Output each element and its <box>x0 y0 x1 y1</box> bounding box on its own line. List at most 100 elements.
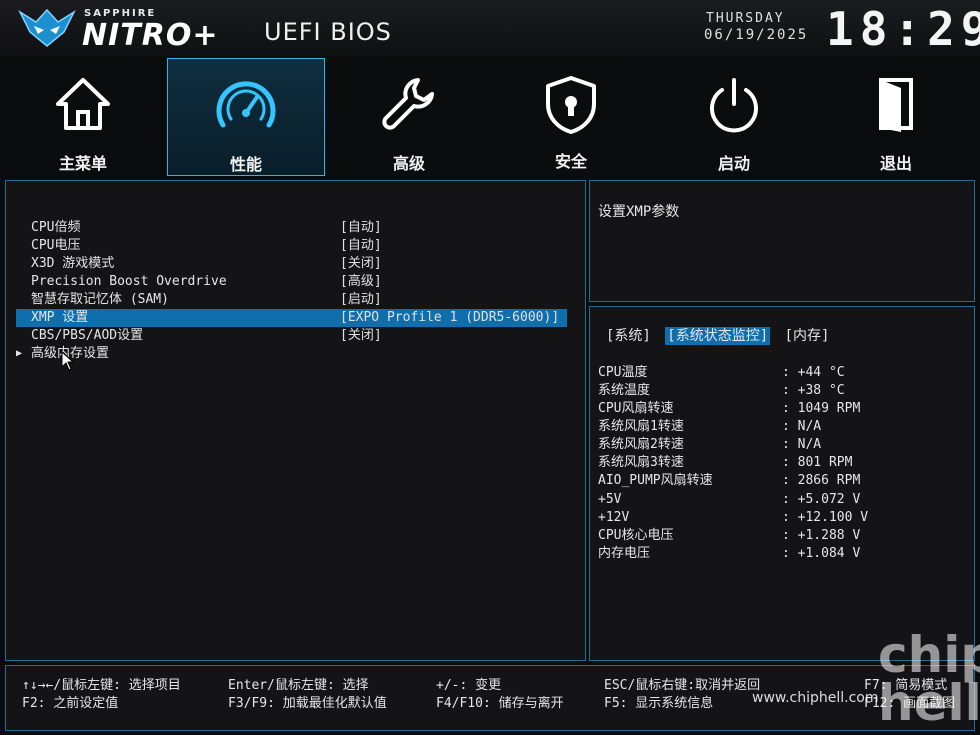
nav-tab-label: 启动 <box>717 154 750 173</box>
submenu-arrow-icon: ▶ <box>16 348 23 359</box>
wrench-icon <box>382 78 434 130</box>
menu-item-pbo[interactable]: Precision Boost Overdrive [高级] <box>16 273 567 291</box>
monitor-value: : N/A <box>782 437 822 452</box>
home-icon <box>56 78 110 130</box>
nav-tab-main[interactable]: 主菜单 <box>4 58 162 176</box>
menu-item-advanced-memory[interactable]: ▶ 高级内存设置 <box>16 345 567 363</box>
menu-item-label: XMP 设置 <box>31 310 89 325</box>
shield-lock-icon <box>546 76 596 134</box>
monitor-row: 系统风扇3转速 : 801 RPM <box>598 454 958 472</box>
monitor-row: CPU风扇转速 : 1049 RPM <box>598 400 958 418</box>
monitor-panel: [系统] [系统状态监控] [内存] CPU温度: +44 °C 系统温度: +… <box>589 306 975 661</box>
menu-item-xmp[interactable]: XMP 设置 [EXPO Profile 1 (DDR5-6000)] <box>16 309 567 327</box>
monitor-value: : +5.072 V <box>782 492 861 507</box>
monitor-key: 系统风扇1转速 <box>598 419 684 434</box>
menu-item-label: X3D 游戏模式 <box>31 256 115 271</box>
header-bar: SAPPHIRE NITRO+ UEFI BIOS THURSDAY 06/19… <box>0 0 980 56</box>
hint-enter: Enter/鼠标左键: 选择 <box>228 678 369 693</box>
monitor-value: : 801 RPM <box>782 455 853 470</box>
nav-tab-advanced[interactable]: 高级 <box>330 58 488 176</box>
monitor-row: 系统风扇1转速 : N/A <box>598 418 958 436</box>
menu-item-value: [EXPO Profile 1 (DDR5-6000)] <box>340 310 560 325</box>
monitor-key: CPU风扇转速 <box>598 401 674 416</box>
nav-tab-performance[interactable]: 性能 <box>167 58 325 176</box>
bios-title: UEFI BIOS <box>264 18 392 46</box>
monitor-row: AIO_PUMP风扇转速 : 2866 RPM <box>598 472 958 490</box>
power-icon <box>710 78 758 133</box>
svg-text:hell: hell <box>878 674 980 732</box>
exit-door-icon <box>879 78 913 132</box>
monitor-key: 系统温度 <box>598 383 651 398</box>
nav-tab-label: 退出 <box>879 154 912 173</box>
monitor-row: +12V : +12.100 V <box>598 509 958 527</box>
monitor-row: CPU温度 : +44 °C <box>598 364 958 382</box>
menu-item-label: Precision Boost Overdrive <box>31 274 227 289</box>
hint-system-info: F5: 显示系统信息 <box>604 696 714 711</box>
nav-tab-label: 高级 <box>392 154 425 173</box>
nav-tab-label: 安全 <box>554 152 587 171</box>
monitor-value: : N/A <box>782 419 822 434</box>
clock-text: 18:29 <box>826 2 980 56</box>
monitor-key: 系统风扇2转速 <box>598 437 684 452</box>
menu-item-value: [关闭] <box>340 256 382 271</box>
hint-change: +/-: 变更 <box>436 678 502 693</box>
hint-load-defaults: F3/F9: 加载最佳化默认值 <box>228 696 387 711</box>
menu-item-value: [启动] <box>340 292 382 307</box>
hint-select: ↑↓→←/鼠标左键: 选择项目 <box>22 678 181 693</box>
hint-escape: ESC/鼠标右键:取消并返回 <box>604 678 761 693</box>
monitor-key: CPU温度 <box>598 365 648 380</box>
menu-item-cpu-voltage[interactable]: CPU电压 [自动] <box>16 237 567 255</box>
tab-system-monitor[interactable]: [系统状态监控] <box>665 327 771 345</box>
monitor-value: : +12.100 V <box>782 510 869 525</box>
tab-memory[interactable]: [内存] <box>783 327 832 345</box>
date-text: 06/19/2025 <box>704 27 809 43</box>
monitor-tabs: [系统] [系统状态监控] [内存] <box>604 327 835 345</box>
nav-tab-security[interactable]: 安全 <box>492 58 650 176</box>
weekday-text: THURSDAY <box>706 11 785 26</box>
speedometer-icon <box>216 81 276 128</box>
menu-item-value: [关闭] <box>340 328 382 343</box>
watermark-url: www.chiphell.com <box>752 690 879 706</box>
monitor-value: : +44 °C <box>782 365 845 380</box>
top-nav: 主菜单 性能 高级 安全 启动 退出 <box>0 56 980 178</box>
monitor-value: : +1.288 V <box>782 528 861 543</box>
menu-item-value: [自动] <box>340 220 382 235</box>
menu-item-value: [自动] <box>340 238 382 253</box>
monitor-value: : 1049 RPM <box>782 401 861 416</box>
monitor-value: : +1.084 V <box>782 546 861 561</box>
nitro-logo-icon <box>18 8 76 47</box>
menu-item-cbs-pbs-aod[interactable]: CBS/PBS/AOD设置 [关闭] <box>16 327 567 345</box>
brand-nitro: NITRO+ <box>82 18 219 53</box>
hint-previous-values: F2: 之前设定值 <box>22 696 119 711</box>
monitor-row: CPU核心电压 : +1.288 V <box>598 527 958 545</box>
menu-item-label: CBS/PBS/AOD设置 <box>31 328 144 343</box>
monitor-key: +12V <box>598 510 630 525</box>
monitor-key: CPU核心电压 <box>598 528 674 543</box>
monitor-key: 内存电压 <box>598 546 651 561</box>
monitor-key: 系统风扇3转速 <box>598 455 684 470</box>
monitor-value: : 2866 RPM <box>782 473 861 488</box>
menu-item-label: 智慧存取记忆体 (SAM) <box>31 292 169 307</box>
menu-item-x3d-game-mode[interactable]: X3D 游戏模式 [关闭] <box>16 255 567 273</box>
settings-panel: CPU倍频 [自动] CPU电压 [自动] X3D 游戏模式 [关闭] Prec… <box>5 180 586 661</box>
monitor-row: +5V : +5.072 V <box>598 491 958 509</box>
menu-item-value: [高级] <box>340 274 382 289</box>
hint-save-exit: F4/F10: 储存与离开 <box>436 696 564 711</box>
nav-tab-label: 性能 <box>229 155 262 174</box>
mouse-pointer-icon <box>61 351 75 371</box>
menu-item-label: CPU倍频 <box>31 220 81 235</box>
monitor-key: AIO_PUMP风扇转速 <box>598 473 713 488</box>
monitor-row: 系统温度: +38 °C <box>598 382 958 400</box>
monitor-row: 内存电压 : +1.084 V <box>598 545 958 563</box>
chiphell-watermark-logo: chip hell <box>878 626 980 732</box>
nav-tab-boot[interactable]: 启动 <box>655 58 813 176</box>
monitor-key: +5V <box>598 492 622 507</box>
menu-item-sam[interactable]: 智慧存取记忆体 (SAM) [启动] <box>16 291 567 309</box>
menu-item-cpu-ratio[interactable]: CPU倍频 [自动] <box>16 219 567 237</box>
nav-tab-exit[interactable]: 退出 <box>817 58 975 176</box>
nav-tab-label: 主菜单 <box>58 154 107 173</box>
help-text: 设置XMP参数 <box>598 204 680 220</box>
menu-item-label: CPU电压 <box>31 238 81 253</box>
help-panel: 设置XMP参数 <box>589 180 975 302</box>
tab-system[interactable]: [系统] <box>604 327 653 345</box>
